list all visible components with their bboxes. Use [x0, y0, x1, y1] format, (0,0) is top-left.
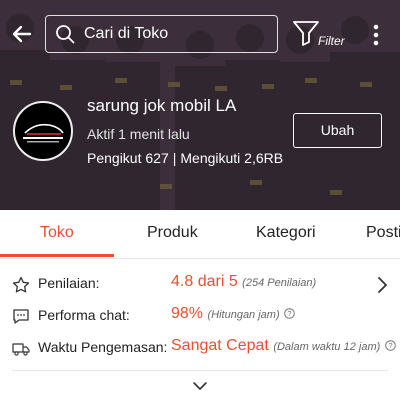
search-input[interactable]: Cari di Toko: [45, 15, 278, 53]
chevron-right-icon[interactable]: [376, 276, 388, 294]
shop-logo-image: [23, 123, 64, 143]
help-icon[interactable]: ?: [384, 340, 396, 351]
shop-tabs: Toko Produk Kategori Posti: [0, 210, 400, 259]
packing-value: Sangat Cepat: [171, 337, 269, 354]
top-bar: Cari di Toko Filter: [0, 14, 400, 54]
shop-name: sarung jok mobil LA: [87, 96, 237, 115]
search-icon: [56, 25, 75, 44]
active-status: Aktif 1 menit lalu: [87, 126, 190, 142]
shop-header: Cari di Toko Filter sarung jok mobil LA …: [0, 0, 400, 210]
tab-toko[interactable]: Toko: [40, 224, 74, 242]
shop-logo[interactable]: [13, 101, 73, 161]
svg-text:?: ?: [388, 341, 392, 350]
section-divider: [12, 370, 388, 371]
more-options-icon[interactable]: [368, 22, 384, 48]
chat-label: Performa chat:: [38, 307, 130, 323]
truck-icon: [12, 343, 30, 356]
chat-note: (Hitungan jam): [207, 309, 280, 321]
chat-value-line: 98% (Hitungan jam) ?: [171, 305, 295, 323]
svg-text:?: ?: [287, 309, 291, 318]
edit-shop-button[interactable]: Ubah: [293, 113, 382, 148]
packing-note: (Dalam waktu 12 jam): [273, 341, 381, 353]
filter-icon[interactable]: [292, 20, 320, 46]
rating-count: (254 Penilaian): [242, 277, 317, 289]
packing-time-row: Waktu Pengemasan: Sangat Cepat (Dalam wa…: [0, 336, 400, 366]
tab-produk[interactable]: Produk: [147, 224, 198, 242]
follow-separator: |: [172, 150, 177, 166]
chevron-down-icon[interactable]: [192, 381, 208, 391]
following-count[interactable]: Mengikuti 2,6RB: [180, 150, 283, 166]
rating-label: Penilaian:: [38, 275, 100, 291]
rating-row[interactable]: Penilaian: 4.8 dari 5 (254 Penilaian): [0, 272, 400, 302]
tab-kategori[interactable]: Kategori: [256, 224, 316, 242]
followers-count[interactable]: Pengikut 627: [87, 150, 169, 166]
chat-value: 98%: [171, 305, 204, 322]
rating-value-line: 4.8 dari 5 (254 Penilaian): [171, 273, 316, 291]
tab-postingan[interactable]: Posti: [366, 224, 400, 242]
packing-value-line: Sangat Cepat (Dalam waktu 12 jam) ?: [171, 337, 396, 355]
search-placeholder: Cari di Toko: [84, 25, 169, 42]
help-icon[interactable]: ?: [284, 308, 295, 319]
filter-label[interactable]: Filter: [318, 34, 345, 48]
active-tab-indicator: [0, 254, 114, 257]
back-arrow-icon[interactable]: [10, 22, 34, 46]
chat-icon: [13, 309, 29, 324]
packing-label: Waktu Pengemasan:: [38, 339, 168, 355]
follow-stats: Pengikut 627 | Mengikuti 2,6RB: [87, 150, 283, 166]
chat-performance-row: Performa chat: 98% (Hitungan jam) ?: [0, 304, 400, 334]
star-icon: [12, 276, 30, 293]
rating-value: 4.8 dari 5: [171, 273, 238, 290]
